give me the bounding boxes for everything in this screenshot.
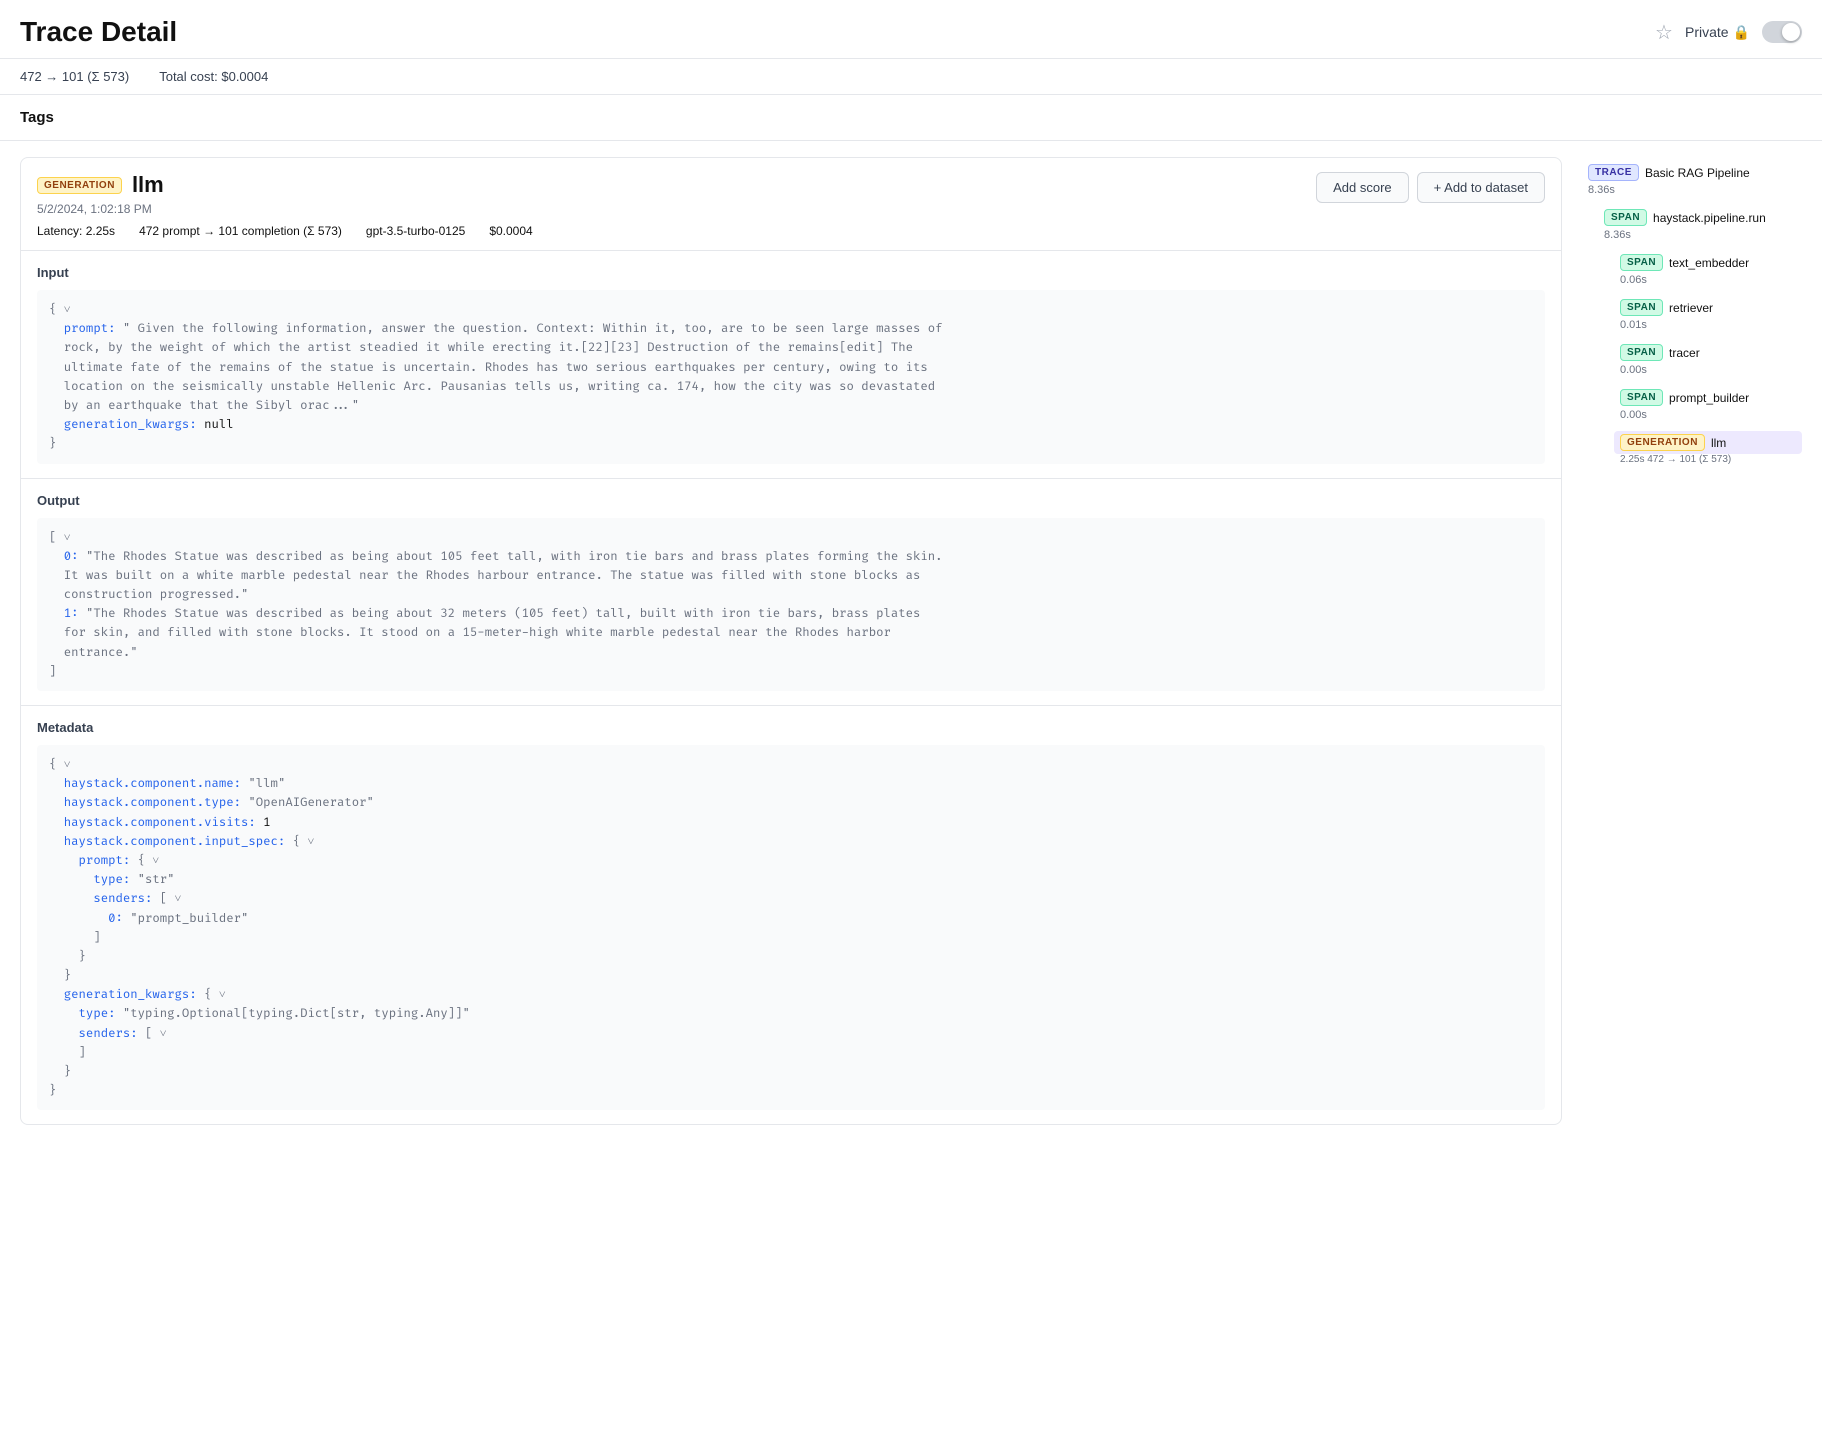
trace-root-header[interactable]: TRACE Basic RAG Pipeline xyxy=(1582,161,1802,184)
output-label: Output xyxy=(37,493,1545,508)
card-actions: Add score + Add to dataset xyxy=(1316,172,1545,203)
text-embedder-header[interactable]: SPAN text_embedder xyxy=(1614,251,1802,274)
retriever-time: 0.01s xyxy=(1614,319,1802,331)
pipeline-run-name: haystack.pipeline.run xyxy=(1653,211,1766,225)
trace-root-name: Basic RAG Pipeline xyxy=(1645,166,1750,180)
input-section: Input { ˅ prompt: " Given the following … xyxy=(21,250,1561,478)
span-badge-embedder: SPAN xyxy=(1620,254,1663,271)
cost-stat: $0.0004 xyxy=(489,224,532,238)
page-title: Trace Detail xyxy=(20,16,177,48)
model-name: llm xyxy=(132,172,164,198)
token-stat: 472 prompt → 101 completion (Σ 573) xyxy=(139,224,342,238)
card-stats: Latency: 2.25s 472 prompt → 101 completi… xyxy=(21,224,1561,250)
trace-pipeline-run[interactable]: SPAN haystack.pipeline.run 8.36s xyxy=(1598,202,1802,247)
input-label: Input xyxy=(37,265,1545,280)
add-score-button[interactable]: Add score xyxy=(1316,172,1409,203)
tracer-name: tracer xyxy=(1669,346,1700,360)
retriever-name: retriever xyxy=(1669,301,1713,315)
left-panel: GENERATION llm 5/2/2024, 1:02:18 PM Add … xyxy=(20,157,1562,1125)
pipeline-run-time: 8.36s xyxy=(1598,229,1802,241)
trace-llm[interactable]: GENERATION llm 2.25s 472 → 101 (Σ 573) xyxy=(1614,427,1802,469)
metadata-code: { ˅ haystack.component.name: "llm" hayst… xyxy=(37,745,1545,1110)
trace-badge: TRACE xyxy=(1588,164,1639,181)
text-embedder-name: text_embedder xyxy=(1669,256,1749,270)
token-count: 472 → 101 (Σ 573) xyxy=(20,69,129,84)
latency-stat: Latency: 2.25s xyxy=(37,224,115,238)
trace-tree: TRACE Basic RAG Pipeline 8.36s SPAN hays… xyxy=(1582,157,1802,469)
tags-section: Tags xyxy=(0,95,1822,141)
header-right: ☆ Private 🔒 xyxy=(1655,20,1802,45)
right-panel: TRACE Basic RAG Pipeline 8.36s SPAN hays… xyxy=(1562,157,1802,1125)
trace-retriever[interactable]: SPAN retriever 0.01s xyxy=(1614,292,1802,337)
output-section: Output [ ˅ 0: "The Rhodes Statue was des… xyxy=(21,478,1561,706)
text-embedder-time: 0.06s xyxy=(1614,274,1802,286)
metadata-label: Metadata xyxy=(37,720,1545,735)
card-timestamp: 5/2/2024, 1:02:18 PM xyxy=(37,202,164,216)
span-badge-pipeline: SPAN xyxy=(1604,209,1647,226)
lock-icon: 🔒 xyxy=(1733,24,1750,41)
metadata-section: Metadata { ˅ haystack.component.name: "l… xyxy=(21,705,1561,1124)
tracer-time: 0.00s xyxy=(1614,364,1802,376)
generation-badge-llm: GENERATION xyxy=(1620,434,1705,451)
llm-name: llm xyxy=(1711,436,1726,450)
trace-children: SPAN haystack.pipeline.run 8.36s SPAN te… xyxy=(1582,202,1802,469)
tracer-header[interactable]: SPAN tracer xyxy=(1614,341,1802,364)
total-cost: Total cost: $0.0004 xyxy=(159,69,268,84)
generation-badge: GENERATION xyxy=(37,177,122,194)
page-header: Trace Detail ☆ Private 🔒 xyxy=(0,0,1822,59)
llm-stats: 2.25s 472 → 101 (Σ 573) xyxy=(1614,454,1802,465)
star-icon[interactable]: ☆ xyxy=(1655,20,1673,45)
retriever-header[interactable]: SPAN retriever xyxy=(1614,296,1802,319)
output-code: [ ˅ 0: "The Rhodes Statue was described … xyxy=(37,518,1545,692)
card-header: GENERATION llm 5/2/2024, 1:02:18 PM Add … xyxy=(21,158,1561,224)
private-label: Private 🔒 xyxy=(1685,24,1750,41)
add-dataset-button[interactable]: + Add to dataset xyxy=(1417,172,1545,203)
prompt-builder-header[interactable]: SPAN prompt_builder xyxy=(1614,386,1802,409)
private-toggle[interactable] xyxy=(1762,21,1802,43)
span-badge-prompt: SPAN xyxy=(1620,389,1663,406)
trace-text-embedder[interactable]: SPAN text_embedder 0.06s xyxy=(1614,247,1802,292)
trace-root[interactable]: TRACE Basic RAG Pipeline 8.36s xyxy=(1582,157,1802,202)
span-badge-retriever: SPAN xyxy=(1620,299,1663,316)
model-stat: gpt-3.5-turbo-0125 xyxy=(366,224,465,238)
generation-card: GENERATION llm 5/2/2024, 1:02:18 PM Add … xyxy=(20,157,1562,1125)
trace-pipeline-header[interactable]: SPAN haystack.pipeline.run xyxy=(1598,206,1802,229)
card-title-row: GENERATION llm xyxy=(37,172,164,198)
llm-header[interactable]: GENERATION llm xyxy=(1614,431,1802,454)
main-content: GENERATION llm 5/2/2024, 1:02:18 PM Add … xyxy=(0,141,1822,1141)
prompt-builder-time: 0.00s xyxy=(1614,409,1802,421)
span-badge-tracer: SPAN xyxy=(1620,344,1663,361)
input-code: { ˅ prompt: " Given the following inform… xyxy=(37,290,1545,464)
trace-tracer[interactable]: SPAN tracer 0.00s xyxy=(1614,337,1802,382)
card-header-left: GENERATION llm 5/2/2024, 1:02:18 PM xyxy=(37,172,164,216)
trace-pipeline-children: SPAN text_embedder 0.06s SPAN retriever … xyxy=(1598,247,1802,469)
trace-root-time: 8.36s xyxy=(1582,184,1802,196)
trace-prompt-builder[interactable]: SPAN prompt_builder 0.00s xyxy=(1614,382,1802,427)
prompt-builder-name: prompt_builder xyxy=(1669,391,1749,405)
token-info-bar: 472 → 101 (Σ 573) Total cost: $0.0004 xyxy=(0,59,1822,95)
